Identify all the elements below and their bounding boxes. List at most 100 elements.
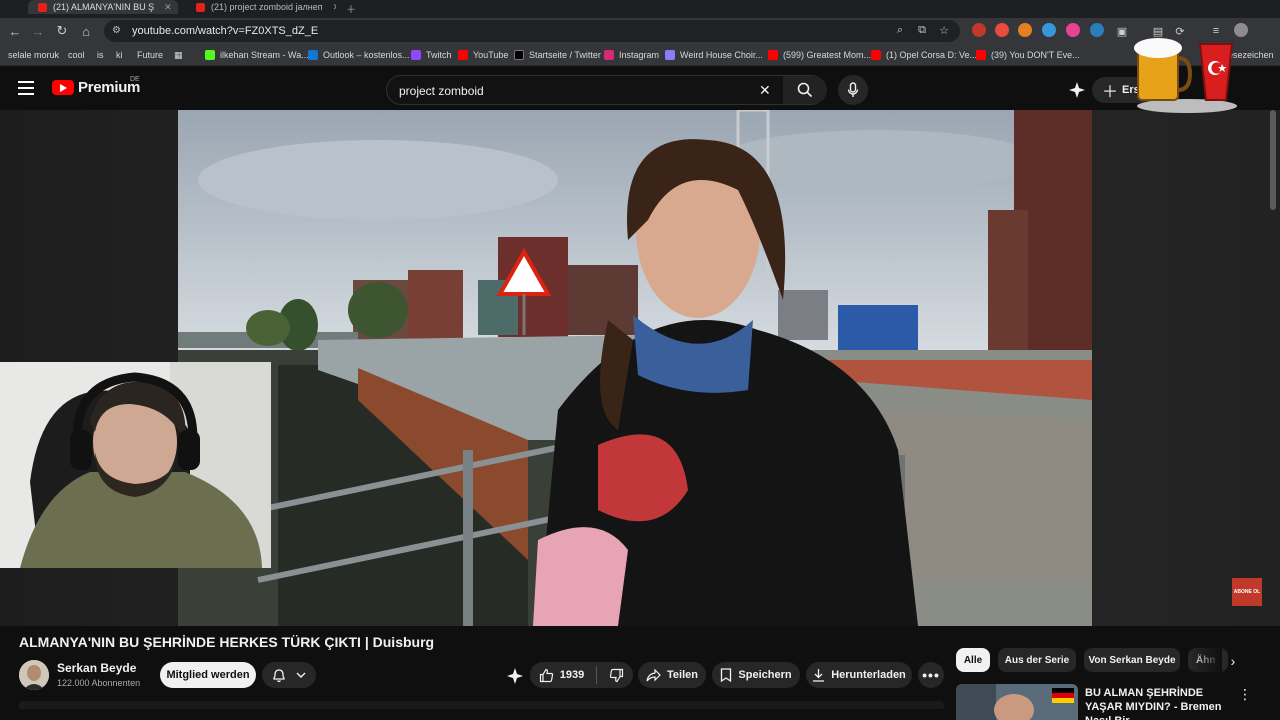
ask-sparkle-icon[interactable] xyxy=(506,667,524,685)
thumbs-down-icon xyxy=(610,668,624,682)
extension-icon[interactable] xyxy=(995,23,1009,37)
microphone-icon xyxy=(847,82,859,97)
clear-search-icon[interactable]: ✕ xyxy=(759,82,771,99)
bookmark-item[interactable]: is xyxy=(97,48,104,62)
plus-icon: ＋ xyxy=(1102,84,1119,101)
page-scrollbar[interactable] xyxy=(1270,110,1276,210)
share-icon xyxy=(646,668,661,681)
bookmark-item[interactable]: Twitch xyxy=(411,48,452,62)
instagram-icon xyxy=(604,50,614,60)
site-info-icon[interactable]: ⚙ xyxy=(112,26,124,36)
bookmarks-bar: selale moruk cool is ki Future ▦ ilkehan… xyxy=(0,44,1280,66)
recommendation-title[interactable]: BU ALMAN ŞEHRİNDE YAŞAR MIYDIN? - Bremen… xyxy=(1085,686,1230,720)
bookmark-label: Future xyxy=(137,50,164,60)
extension-icon[interactable] xyxy=(1018,23,1032,37)
channel-avatar-image xyxy=(19,660,49,690)
save-button[interactable]: Speichern xyxy=(712,662,800,688)
browser-tab-active[interactable]: (21) ALMANYA'NIN BU Ş ✕ xyxy=(28,0,178,14)
chip-all[interactable]: Alle xyxy=(956,648,990,672)
bookmark-label: Instagram xyxy=(619,50,660,60)
extension-icon[interactable] xyxy=(1090,23,1104,37)
more-actions-button[interactable]: ••• xyxy=(918,662,944,688)
url-text: youtube.com/watch?v=FZ0XTS_dZ_E xyxy=(132,25,319,37)
hamburger-menu-icon[interactable] xyxy=(18,81,34,95)
chip-from-series[interactable]: Aus der Serie xyxy=(998,648,1076,672)
close-tab-icon[interactable]: ✕ xyxy=(333,2,336,13)
bookmark-item[interactable]: Weird House Choir... xyxy=(665,48,763,62)
youtube-premium-logo[interactable]: Premium DE xyxy=(52,76,140,96)
bookmark-item[interactable]: Instagram xyxy=(604,48,659,62)
voice-search-button[interactable] xyxy=(838,75,868,105)
extension-icon[interactable] xyxy=(972,23,986,37)
like-count: 1939 xyxy=(559,669,585,681)
extension-icon[interactable] xyxy=(1042,23,1056,37)
bookmark-item[interactable]: (1) Opel Corsa D: Ve... xyxy=(871,48,977,62)
channel-avatar[interactable] xyxy=(19,660,49,690)
bookmark-label: (1) Opel Corsa D: Ve... xyxy=(886,50,978,60)
chevron-down-icon xyxy=(296,672,306,678)
bookmark-label: (39) You DON'T Eve... xyxy=(991,50,1080,60)
search-icon xyxy=(797,82,813,98)
close-tab-icon[interactable]: ✕ xyxy=(164,2,172,13)
search-button[interactable] xyxy=(783,76,827,104)
bookmark-label: selale moruk xyxy=(8,50,60,60)
outlook-icon xyxy=(308,50,318,60)
choir-icon xyxy=(665,50,675,60)
kick-icon xyxy=(205,50,215,60)
bookmark-item[interactable]: cool xyxy=(68,48,85,62)
search-box[interactable]: project zomboid ✕ xyxy=(386,75,827,105)
notification-bell-button[interactable] xyxy=(262,662,316,688)
subscriber-count: 122.000 Abonnenten xyxy=(57,678,141,688)
channel-name[interactable]: Serkan Beyde xyxy=(57,661,136,675)
webcam-feed xyxy=(0,362,271,568)
bookmark-item[interactable]: Outlook – kostenlos... xyxy=(308,48,410,62)
bookmark-label: ilkehan Stream - Wa... xyxy=(220,50,309,60)
thumbnail-image xyxy=(956,684,1078,720)
dislike-button[interactable] xyxy=(609,668,624,683)
browser-tab[interactable]: (21) project zomboid јалнеп ✕ xyxy=(186,0,336,14)
install-app-icon[interactable]: ⧉ xyxy=(914,22,930,38)
chevron-right-icon[interactable]: › xyxy=(1222,650,1244,672)
bookmark-star-icon[interactable]: ☆ xyxy=(936,22,952,38)
back-icon[interactable]: ← xyxy=(5,21,25,41)
video-player[interactable] xyxy=(178,110,1092,626)
sparkle-icon[interactable] xyxy=(1068,81,1086,99)
reload-icon[interactable]: ↻ xyxy=(52,21,72,41)
chips-fade xyxy=(1190,648,1222,672)
bookmark-icon xyxy=(721,668,732,682)
zoom-icon[interactable]: ⌕ xyxy=(892,22,908,38)
like-button[interactable]: 1939 xyxy=(539,668,584,683)
bookmark-item[interactable]: (599) Greatest Mom... xyxy=(768,48,871,62)
new-tab-icon[interactable]: ＋ xyxy=(346,1,356,16)
subscribe-overlay-badge[interactable]: ABONE OL xyxy=(1232,578,1262,606)
bookmark-label: ki xyxy=(116,50,123,60)
recommendation-thumbnail[interactable] xyxy=(956,684,1078,720)
apps-grid-icon[interactable]: ▦ xyxy=(174,48,183,62)
chip-from-channel[interactable]: Von Serkan Beyde xyxy=(1084,648,1180,672)
x-twitter-icon xyxy=(514,50,524,60)
bookmark-item[interactable]: ilkehan Stream - Wa... xyxy=(205,48,309,62)
bookmark-item[interactable]: YouTube xyxy=(458,48,508,62)
bookmark-item[interactable]: selale moruk xyxy=(8,48,59,62)
youtube-favicon-icon xyxy=(38,2,47,12)
browser-toolbar: ← → ↻ ⌂ ⚙ youtube.com/watch?v=FZ0XTS_dZ_… xyxy=(0,18,1280,44)
download-button[interactable]: Herunterladen xyxy=(806,662,912,688)
join-membership-button[interactable]: Mitglied werden xyxy=(160,662,256,688)
share-button[interactable]: Teilen xyxy=(638,662,706,688)
bookmark-item[interactable]: Future xyxy=(137,48,163,62)
search-input[interactable]: project zomboid xyxy=(399,84,484,98)
bookmark-item[interactable]: ki xyxy=(116,48,123,62)
extension-icon[interactable] xyxy=(1066,23,1080,37)
bookmark-label: cool xyxy=(68,50,85,60)
home-icon[interactable]: ⌂ xyxy=(76,21,96,41)
share-label: Teilen xyxy=(667,669,698,681)
address-bar[interactable]: ⚙ youtube.com/watch?v=FZ0XTS_dZ_E xyxy=(104,20,960,42)
bookmark-item[interactable]: (39) You DON'T Eve... xyxy=(976,48,1080,62)
bookmark-item[interactable]: Startseite / Twitter xyxy=(514,48,601,62)
tab-title: (21) project zomboid јалнеп xyxy=(211,2,323,12)
forward-icon[interactable]: → xyxy=(28,21,48,41)
tab-title: (21) ALMANYA'NIN BU Ş xyxy=(53,2,155,12)
description-box[interactable] xyxy=(19,701,944,709)
more-vertical-icon[interactable]: ⋮ xyxy=(1238,686,1252,704)
webcam-overlay xyxy=(0,362,271,568)
